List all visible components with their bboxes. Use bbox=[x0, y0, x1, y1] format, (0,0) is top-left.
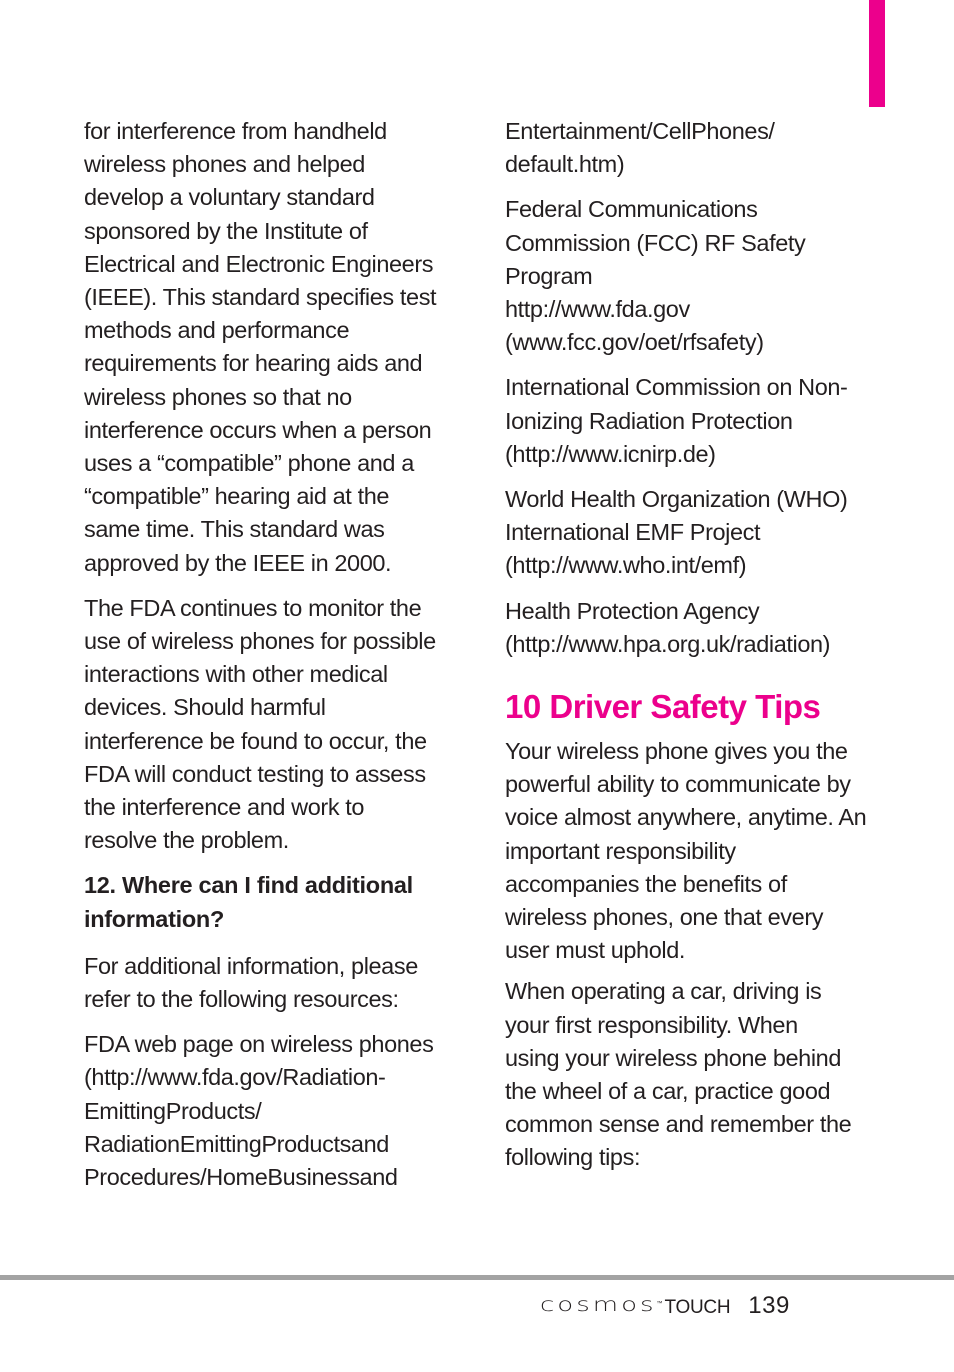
text-line: (http://www.icnirp.de) bbox=[505, 440, 716, 467]
text-line: wireless phones so that no bbox=[84, 383, 352, 410]
left-column: for interference from handheld wireless p… bbox=[84, 115, 454, 1206]
resource-icnirp: International Commission on Non- Ionizing… bbox=[505, 371, 877, 471]
driving-responsibility-paragraph: When operating a car, driving is your fir… bbox=[505, 975, 877, 1174]
text-line: FDA will conduct testing to assess bbox=[84, 760, 426, 787]
text-line: your first responsibility. When bbox=[505, 1011, 798, 1038]
text-line: uses a “compatible” phone and a bbox=[84, 450, 414, 477]
text-line: following tips: bbox=[505, 1144, 641, 1171]
text-line: The FDA continues to monitor the bbox=[84, 594, 422, 621]
text-line: requirements for hearing aids and bbox=[84, 350, 423, 377]
right-column: Entertainment/CellPhones/default.htm) Fe… bbox=[505, 115, 877, 1183]
text-line: EmittingProducts/ bbox=[84, 1097, 262, 1124]
text-line: common sense and remember the bbox=[505, 1111, 852, 1138]
text-line: user must uphold. bbox=[505, 937, 685, 964]
text-line: default.htm) bbox=[505, 151, 625, 178]
resource-fcc: Federal Communications Commission (FCC) R… bbox=[505, 193, 877, 359]
text-line: powerful ability to communicate by bbox=[505, 771, 851, 798]
text-line: (IEEE). This standard specifies test bbox=[84, 284, 437, 311]
text-line: using your wireless phone behind bbox=[505, 1044, 842, 1071]
text-line: voice almost anywhere, anytime. An bbox=[505, 804, 867, 831]
page-number: 139 bbox=[748, 1292, 790, 1319]
text-line: devices. Should harmful bbox=[84, 694, 326, 721]
text-line: (http://www.fda.gov/Radiation- bbox=[84, 1064, 386, 1091]
brand-subtitle: TOUCH bbox=[664, 1297, 731, 1318]
text-line: resolve the problem. bbox=[84, 827, 289, 854]
text-line: Program bbox=[505, 262, 593, 289]
text-line: Commission (FCC) RF Safety bbox=[505, 229, 806, 256]
resource-who: World Health Organization (WHO) Internati… bbox=[505, 483, 877, 583]
resource-fda-continued: Entertainment/CellPhones/default.htm) bbox=[505, 115, 877, 181]
ieee-standard-paragraph: for interference from handheld wireless p… bbox=[84, 115, 454, 580]
text-line: for interference from handheld bbox=[84, 118, 387, 144]
text-line: refer to the following resources: bbox=[84, 986, 399, 1013]
text-line: wireless phones and helped bbox=[84, 151, 365, 178]
text-line: (http://www.hpa.org.uk/radiation) bbox=[505, 630, 831, 657]
driver-safety-intro-paragraph: Your wireless phone gives you the powerfu… bbox=[505, 735, 877, 967]
text-line: use of wireless phones for possible bbox=[84, 628, 436, 655]
text-line: Ionizing Radiation Protection bbox=[505, 407, 793, 434]
additional-info-paragraph: For additional information, please refer … bbox=[84, 950, 454, 1016]
text-line: accompanies the benefits of bbox=[505, 870, 787, 897]
cosmos-logo: cosmos bbox=[540, 1293, 657, 1317]
text-line: interactions with other medical bbox=[84, 661, 388, 688]
text-line: (www.fcc.gov/oet/rfsafety) bbox=[505, 329, 764, 356]
text-line: For additional information, please bbox=[84, 952, 418, 979]
text-line: wireless phones, one that every bbox=[505, 904, 824, 931]
fda-monitoring-paragraph: The FDA continues to monitor the use of w… bbox=[84, 592, 454, 858]
page-footer: cosmos ™ TOUCH 139 bbox=[540, 1290, 790, 1320]
text-line: RadiationEmittingProductsand bbox=[84, 1130, 389, 1157]
text-line: Your wireless phone gives you the bbox=[505, 738, 848, 765]
text-line: Electrical and Electronic Engineers bbox=[84, 250, 434, 277]
text-line: methods and performance bbox=[84, 317, 350, 344]
text-line: FDA web page on wireless phones bbox=[84, 1031, 434, 1058]
trademark-symbol: ™ bbox=[656, 1301, 663, 1307]
text-line: information? bbox=[84, 905, 224, 932]
text-line: Entertainment/CellPhones/ bbox=[505, 118, 775, 144]
text-line: sponsored by the Institute of bbox=[84, 217, 368, 244]
text-line: same time. This standard was bbox=[84, 516, 385, 543]
text-line: International Commission on Non- bbox=[505, 374, 848, 401]
resource-hpa: Health Protection Agency (http://www.hpa.… bbox=[505, 595, 877, 661]
question-12-heading: 12. Where can I find additional informati… bbox=[84, 869, 454, 935]
chapter-tab-marker bbox=[869, 0, 885, 107]
text-line: approved by the IEEE in 2000. bbox=[84, 549, 392, 576]
text-line: develop a voluntary standard bbox=[84, 184, 375, 211]
text-line: http://www.fda.gov bbox=[505, 296, 690, 323]
text-line: “compatible” hearing aid at the bbox=[84, 483, 390, 510]
text-line: Health Protection Agency bbox=[505, 597, 760, 624]
text-line: International EMF Project bbox=[505, 519, 761, 546]
text-line: Procedures/HomeBusinessand bbox=[84, 1164, 398, 1191]
resource-fda: FDA web page on wireless phones (http://w… bbox=[84, 1028, 454, 1194]
text-line: World Health Organization (WHO) bbox=[505, 486, 848, 513]
text-line: the interference and work to bbox=[84, 794, 365, 821]
text-line: the wheel of a car, practice good bbox=[505, 1078, 831, 1105]
text-line: interference be found to occur, the bbox=[84, 727, 427, 754]
footer-rule bbox=[0, 1275, 954, 1280]
text-line: Federal Communications bbox=[505, 196, 758, 223]
text-line: 12. Where can I find additional bbox=[84, 872, 413, 899]
text-line: When operating a car, driving is bbox=[505, 978, 822, 1005]
text-line: important responsibility bbox=[505, 837, 736, 864]
text-line: interference occurs when a person bbox=[84, 416, 432, 443]
section-title: 10 Driver Safety Tips bbox=[505, 688, 821, 726]
text-line: (http://www.who.int/emf) bbox=[505, 552, 747, 579]
